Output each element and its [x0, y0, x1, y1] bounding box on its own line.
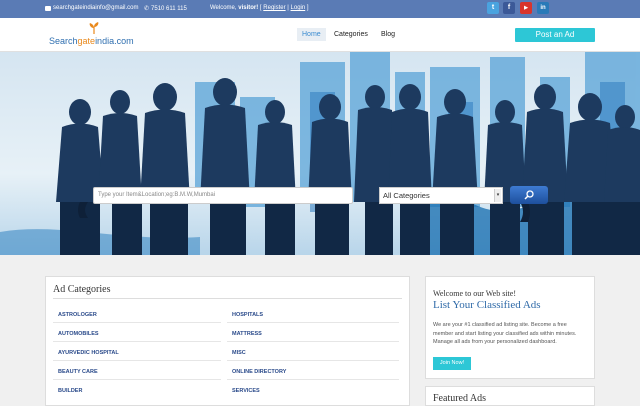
category-link[interactable]: ONLINE DIRECTORY [232, 369, 286, 375]
email-text: searchgateindiainfo@gmail.com [53, 5, 139, 11]
category-link[interactable]: BUILDER [58, 388, 82, 394]
email-icon [45, 5, 51, 11]
ad-categories-card: Ad Categories ASTROLOGER AUTOMOBILES AYU… [45, 276, 410, 406]
hero-banner: Type your Item&Location;eg:B.M.W,Mumbai … [0, 52, 640, 255]
category-select-value: All Categories [383, 191, 430, 200]
featured-ads-title: Featured Ads [433, 393, 487, 404]
welcome-heading: List Your Classified Ads [433, 299, 541, 311]
site-logo[interactable]: Searchgateindia.com [49, 22, 149, 48]
nav-categories[interactable]: Categories [330, 29, 372, 40]
top-bar: searchgateindiainfo@gmail.com ✆ 7510 611… [0, 0, 640, 18]
welcome-card: Welcome to our Web site! List Your Class… [425, 276, 595, 379]
register-link[interactable]: Register [263, 5, 285, 11]
category-link[interactable]: AYURVEDIC HOSPITAL [58, 350, 119, 356]
featured-ads-card: Featured Ads [425, 386, 595, 406]
linkedin-icon[interactable]: in [537, 2, 549, 14]
logo-text: Searchgateindia.com [49, 36, 134, 46]
phone-text: 7510 611 115 [151, 5, 187, 12]
divider [53, 298, 402, 299]
twitter-icon[interactable]: t [487, 2, 499, 14]
welcome-title: Welcome to our Web site! [433, 289, 516, 298]
search-icon [524, 190, 534, 200]
category-link[interactable]: MATTRESS [232, 331, 262, 337]
join-now-button[interactable]: Join Now! [433, 357, 471, 370]
hero-silhouettes-image [0, 52, 640, 255]
category-link[interactable]: MISC [232, 350, 246, 356]
post-ad-button[interactable]: Post an Ad [515, 28, 595, 42]
chevron-down-icon: ▾ [494, 189, 501, 202]
category-link[interactable]: SERVICES [232, 388, 260, 394]
nav-home[interactable]: Home [297, 28, 326, 41]
phone-contact: ✆ 7510 611 115 [144, 5, 187, 13]
welcome-body: We are your #1 classified ad listing sit… [433, 322, 577, 345]
visitor-name: visitor! [238, 5, 259, 11]
welcome-text: Welcome, visitor! [ Register | Login ] [210, 5, 309, 11]
category-link[interactable]: BEAUTY CARE [58, 369, 98, 375]
category-select[interactable]: All Categories ▾ [379, 187, 503, 204]
nav-blog[interactable]: Blog [377, 29, 399, 40]
site-header: Searchgateindia.com Home Categories Blog… [0, 18, 640, 52]
youtube-icon[interactable]: ▶ [520, 2, 532, 14]
search-button[interactable] [510, 186, 548, 204]
logo-sprout-icon [89, 22, 99, 34]
search-input[interactable]: Type your Item&Location;eg:B.M.W,Mumbai [93, 187, 353, 204]
email-contact: searchgateindiainfo@gmail.com [45, 5, 138, 11]
login-link[interactable]: Login [291, 5, 306, 11]
facebook-icon[interactable]: f [503, 2, 515, 14]
category-link[interactable]: ASTROLOGER [58, 312, 97, 318]
ad-categories-title: Ad Categories [53, 284, 111, 295]
category-link[interactable]: AUTOMOBILES [58, 331, 99, 337]
category-link[interactable]: HOSPITALS [232, 312, 263, 318]
phone-icon: ✆ [144, 6, 150, 12]
